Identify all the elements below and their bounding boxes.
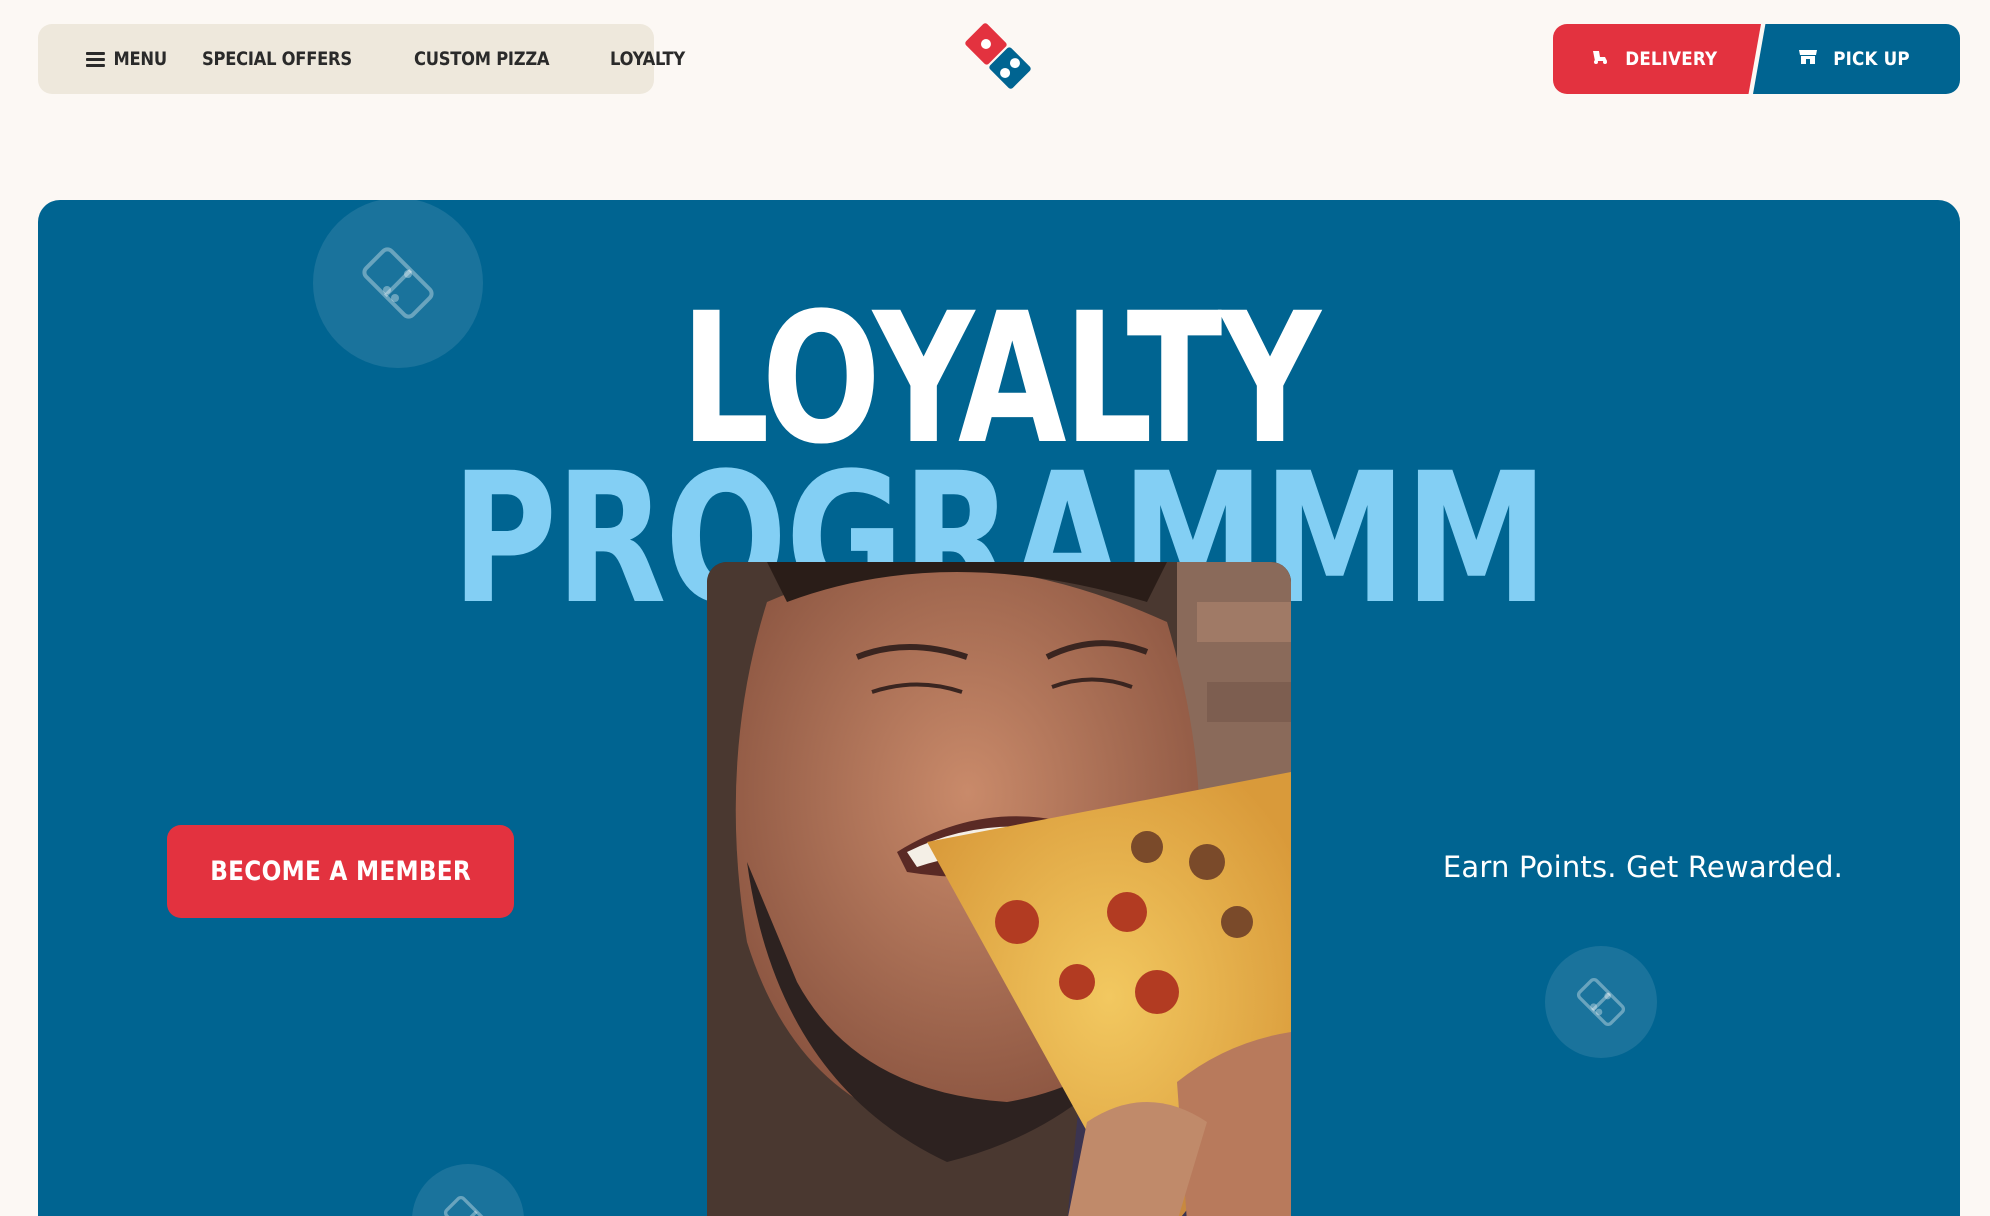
pickup-label: PICK UP (1833, 48, 1910, 70)
loyalty-hero: LOYALTY PROGRAMMM BECOME A MEMBER Earn P… (38, 200, 1960, 1216)
nav-custom-pizza[interactable]: CUSTOM PIZZA (414, 48, 550, 70)
domino-badge-icon (412, 1164, 524, 1216)
nav-loyalty[interactable]: LOYALTY (610, 48, 685, 70)
dominos-logo-icon[interactable] (958, 16, 1038, 96)
menu-label: MENU (113, 48, 168, 70)
become-member-button[interactable]: BECOME A MEMBER (167, 825, 514, 918)
delivery-label: DELIVERY (1624, 48, 1718, 70)
hero-photo (707, 562, 1291, 1216)
scooter-icon (1591, 48, 1609, 70)
store-icon (1798, 48, 1818, 70)
pickup-button[interactable]: PICK UP (1753, 24, 1960, 94)
nav-special-offers[interactable]: SPECIAL OFFERS (202, 48, 352, 70)
menu-button[interactable]: MENU (86, 48, 167, 70)
hero-tagline: Earn Points. Get Rewarded. (1442, 850, 1844, 884)
main-nav: MENU SPECIAL OFFERS CUSTOM PIZZA LOYALTY (38, 24, 685, 94)
become-member-label: BECOME A MEMBER (210, 856, 471, 887)
hamburger-icon (86, 49, 105, 70)
domino-badge-icon (1545, 946, 1657, 1058)
delivery-button[interactable]: DELIVERY (1553, 24, 1761, 94)
order-method-toggle: DELIVERY PICK UP (1553, 24, 1960, 94)
